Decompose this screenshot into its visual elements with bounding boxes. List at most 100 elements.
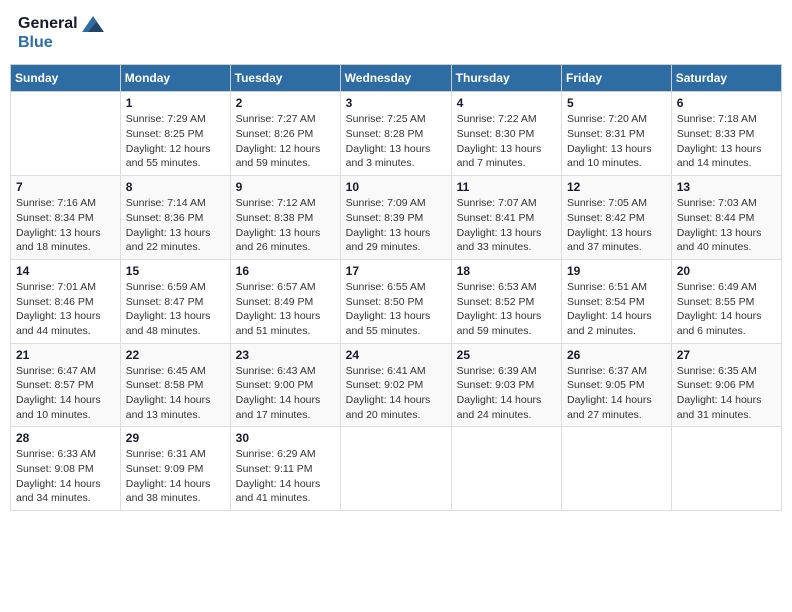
day-number: 10 bbox=[346, 180, 446, 194]
calendar-cell: 7Sunrise: 7:16 AM Sunset: 8:34 PM Daylig… bbox=[11, 176, 121, 260]
calendar-cell: 6 Sunrise: 7:18 AM Sunset: 8:33 PM Daylig… bbox=[671, 92, 781, 176]
day-info: Sunrise: 6:45 AM Sunset: 8:58 PM Dayligh… bbox=[126, 364, 225, 423]
calendar-table: SundayMondayTuesdayWednesdayThursdayFrid… bbox=[10, 64, 782, 511]
day-info: Sunrise: 7:22 AM Sunset: 8:30 PM Dayligh… bbox=[457, 112, 556, 171]
day-number: 2 bbox=[236, 96, 335, 110]
calendar-cell bbox=[11, 92, 121, 176]
day-number: 5 bbox=[567, 96, 666, 110]
calendar-cell: 2 Sunrise: 7:27 AM Sunset: 8:26 PM Daylig… bbox=[230, 92, 340, 176]
day-info: Sunrise: 6:51 AM Sunset: 8:54 PM Dayligh… bbox=[567, 280, 666, 339]
calendar-header-row: SundayMondayTuesdayWednesdayThursdayFrid… bbox=[11, 65, 782, 92]
day-number: 14 bbox=[16, 264, 115, 278]
day-number: 17 bbox=[346, 264, 446, 278]
day-number: 9 bbox=[236, 180, 335, 194]
day-info: Sunrise: 6:53 AM Sunset: 8:52 PM Dayligh… bbox=[457, 280, 556, 339]
calendar-cell: 9Sunrise: 7:12 AM Sunset: 8:38 PM Daylig… bbox=[230, 176, 340, 260]
day-number: 1 bbox=[126, 96, 225, 110]
weekday-header: Saturday bbox=[671, 65, 781, 92]
day-number: 13 bbox=[677, 180, 776, 194]
day-info: Sunrise: 6:43 AM Sunset: 9:00 PM Dayligh… bbox=[236, 364, 335, 423]
day-number: 26 bbox=[567, 348, 666, 362]
day-info: Sunrise: 7:18 AM Sunset: 8:33 PM Dayligh… bbox=[677, 112, 776, 171]
calendar-cell: 10 Sunrise: 7:09 AM Sunset: 8:39 PM Dayli… bbox=[340, 176, 451, 260]
day-info: Sunrise: 6:39 AM Sunset: 9:03 PM Dayligh… bbox=[457, 364, 556, 423]
calendar-cell: 14Sunrise: 7:01 AM Sunset: 8:46 PM Dayli… bbox=[11, 259, 121, 343]
calendar-cell: 17 Sunrise: 6:55 AM Sunset: 8:50 PM Dayli… bbox=[340, 259, 451, 343]
calendar-cell bbox=[562, 427, 672, 511]
day-info: Sunrise: 7:07 AM Sunset: 8:41 PM Dayligh… bbox=[457, 196, 556, 255]
calendar-cell: 24 Sunrise: 6:41 AM Sunset: 9:02 PM Dayli… bbox=[340, 343, 451, 427]
calendar-cell: 29 Sunrise: 6:31 AM Sunset: 9:09 PM Dayli… bbox=[120, 427, 230, 511]
calendar-cell: 25 Sunrise: 6:39 AM Sunset: 9:03 PM Dayli… bbox=[451, 343, 561, 427]
calendar-cell: 23 Sunrise: 6:43 AM Sunset: 9:00 PM Dayli… bbox=[230, 343, 340, 427]
calendar-cell: 5 Sunrise: 7:20 AM Sunset: 8:31 PM Daylig… bbox=[562, 92, 672, 176]
calendar-week-row: 14Sunrise: 7:01 AM Sunset: 8:46 PM Dayli… bbox=[11, 259, 782, 343]
day-info: Sunrise: 6:47 AM Sunset: 8:57 PM Dayligh… bbox=[16, 364, 115, 423]
day-info: Sunrise: 6:29 AM Sunset: 9:11 PM Dayligh… bbox=[236, 447, 335, 506]
day-info: Sunrise: 6:33 AM Sunset: 9:08 PM Dayligh… bbox=[16, 447, 115, 506]
weekday-header: Thursday bbox=[451, 65, 561, 92]
day-number: 3 bbox=[346, 96, 446, 110]
day-info: Sunrise: 7:09 AM Sunset: 8:39 PM Dayligh… bbox=[346, 196, 446, 255]
calendar-cell: 3Sunrise: 7:25 AM Sunset: 8:28 PM Daylig… bbox=[340, 92, 451, 176]
day-number: 18 bbox=[457, 264, 556, 278]
weekday-header: Sunday bbox=[11, 65, 121, 92]
calendar-cell: 18 Sunrise: 6:53 AM Sunset: 8:52 PM Dayli… bbox=[451, 259, 561, 343]
day-number: 7 bbox=[16, 180, 115, 194]
day-number: 8 bbox=[126, 180, 225, 194]
day-number: 27 bbox=[677, 348, 776, 362]
calendar-cell: 20Sunrise: 6:49 AM Sunset: 8:55 PM Dayli… bbox=[671, 259, 781, 343]
day-info: Sunrise: 6:55 AM Sunset: 8:50 PM Dayligh… bbox=[346, 280, 446, 339]
day-number: 22 bbox=[126, 348, 225, 362]
day-info: Sunrise: 7:05 AM Sunset: 8:42 PM Dayligh… bbox=[567, 196, 666, 255]
calendar-cell bbox=[451, 427, 561, 511]
day-number: 24 bbox=[346, 348, 446, 362]
calendar-cell: 15 Sunrise: 6:59 AM Sunset: 8:47 PM Dayli… bbox=[120, 259, 230, 343]
day-number: 20 bbox=[677, 264, 776, 278]
logo-subtext: Blue bbox=[18, 33, 104, 52]
calendar-cell: 13 Sunrise: 7:03 AM Sunset: 8:44 PM Dayli… bbox=[671, 176, 781, 260]
calendar-cell: 12 Sunrise: 7:05 AM Sunset: 8:42 PM Dayli… bbox=[562, 176, 672, 260]
day-info: Sunrise: 7:20 AM Sunset: 8:31 PM Dayligh… bbox=[567, 112, 666, 171]
day-number: 29 bbox=[126, 431, 225, 445]
day-number: 6 bbox=[677, 96, 776, 110]
day-number: 30 bbox=[236, 431, 335, 445]
calendar-week-row: 7Sunrise: 7:16 AM Sunset: 8:34 PM Daylig… bbox=[11, 176, 782, 260]
calendar-cell: 30 Sunrise: 6:29 AM Sunset: 9:11 PM Dayli… bbox=[230, 427, 340, 511]
day-info: Sunrise: 7:29 AM Sunset: 8:25 PM Dayligh… bbox=[126, 112, 225, 171]
calendar-cell: 16 Sunrise: 6:57 AM Sunset: 8:49 PM Dayli… bbox=[230, 259, 340, 343]
calendar-cell: 11 Sunrise: 7:07 AM Sunset: 8:41 PM Dayli… bbox=[451, 176, 561, 260]
page-header: General Blue bbox=[10, 10, 782, 56]
day-info: Sunrise: 6:35 AM Sunset: 9:06 PM Dayligh… bbox=[677, 364, 776, 423]
day-number: 25 bbox=[457, 348, 556, 362]
day-number: 23 bbox=[236, 348, 335, 362]
day-number: 16 bbox=[236, 264, 335, 278]
day-number: 15 bbox=[126, 264, 225, 278]
day-info: Sunrise: 7:27 AM Sunset: 8:26 PM Dayligh… bbox=[236, 112, 335, 171]
day-number: 12 bbox=[567, 180, 666, 194]
calendar-cell: 22 Sunrise: 6:45 AM Sunset: 8:58 PM Dayli… bbox=[120, 343, 230, 427]
day-info: Sunrise: 6:57 AM Sunset: 8:49 PM Dayligh… bbox=[236, 280, 335, 339]
weekday-header: Friday bbox=[562, 65, 672, 92]
day-number: 19 bbox=[567, 264, 666, 278]
calendar-cell: 1 Sunrise: 7:29 AM Sunset: 8:25 PM Daylig… bbox=[120, 92, 230, 176]
weekday-header: Tuesday bbox=[230, 65, 340, 92]
weekday-header: Wednesday bbox=[340, 65, 451, 92]
day-info: Sunrise: 6:31 AM Sunset: 9:09 PM Dayligh… bbox=[126, 447, 225, 506]
calendar-cell: 21 Sunrise: 6:47 AM Sunset: 8:57 PM Dayli… bbox=[11, 343, 121, 427]
day-number: 28 bbox=[16, 431, 115, 445]
day-info: Sunrise: 7:14 AM Sunset: 8:36 PM Dayligh… bbox=[126, 196, 225, 255]
calendar-cell: 19 Sunrise: 6:51 AM Sunset: 8:54 PM Dayli… bbox=[562, 259, 672, 343]
day-number: 4 bbox=[457, 96, 556, 110]
day-number: 11 bbox=[457, 180, 556, 194]
day-number: 21 bbox=[16, 348, 115, 362]
day-info: Sunrise: 6:37 AM Sunset: 9:05 PM Dayligh… bbox=[567, 364, 666, 423]
calendar-cell: 8 Sunrise: 7:14 AM Sunset: 8:36 PM Daylig… bbox=[120, 176, 230, 260]
day-info: Sunrise: 7:03 AM Sunset: 8:44 PM Dayligh… bbox=[677, 196, 776, 255]
weekday-header: Monday bbox=[120, 65, 230, 92]
day-info: Sunrise: 6:59 AM Sunset: 8:47 PM Dayligh… bbox=[126, 280, 225, 339]
day-info: Sunrise: 6:41 AM Sunset: 9:02 PM Dayligh… bbox=[346, 364, 446, 423]
calendar-cell bbox=[340, 427, 451, 511]
calendar-cell bbox=[671, 427, 781, 511]
calendar-cell: 27 Sunrise: 6:35 AM Sunset: 9:06 PM Dayli… bbox=[671, 343, 781, 427]
